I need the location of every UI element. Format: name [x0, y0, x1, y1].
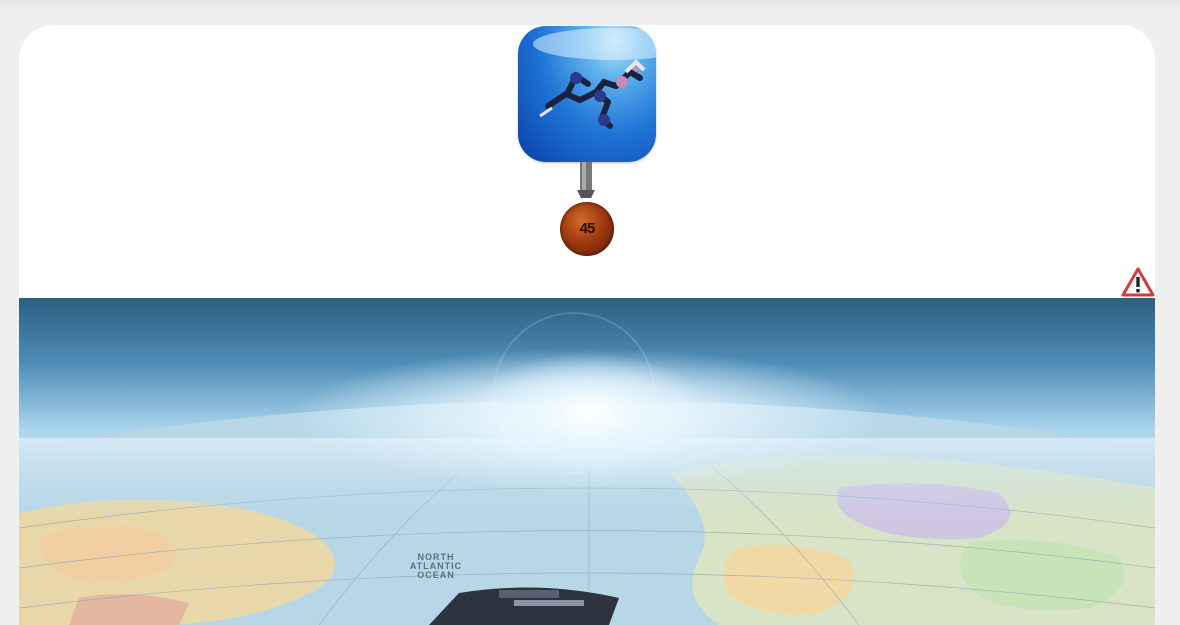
earth-horizon-image: NORTH ATLANTIC OCEAN: [19, 298, 1155, 625]
globe-map-art: [19, 312, 1155, 625]
skydivers-image: [533, 28, 656, 129]
skydivers-app-icon[interactable]: [518, 26, 656, 162]
map-ocean-label: NORTH ATLANTIC OCEAN: [409, 552, 463, 580]
top-bar: [0, 0, 1180, 10]
medal-connector: [577, 162, 595, 198]
content-card: 45 NORTH ATLANTIC OCEAN: [19, 25, 1155, 625]
medal-icon: 45: [560, 202, 614, 256]
warning-triangle-icon[interactable]: [1121, 267, 1155, 297]
medal-value: 45: [579, 220, 596, 237]
